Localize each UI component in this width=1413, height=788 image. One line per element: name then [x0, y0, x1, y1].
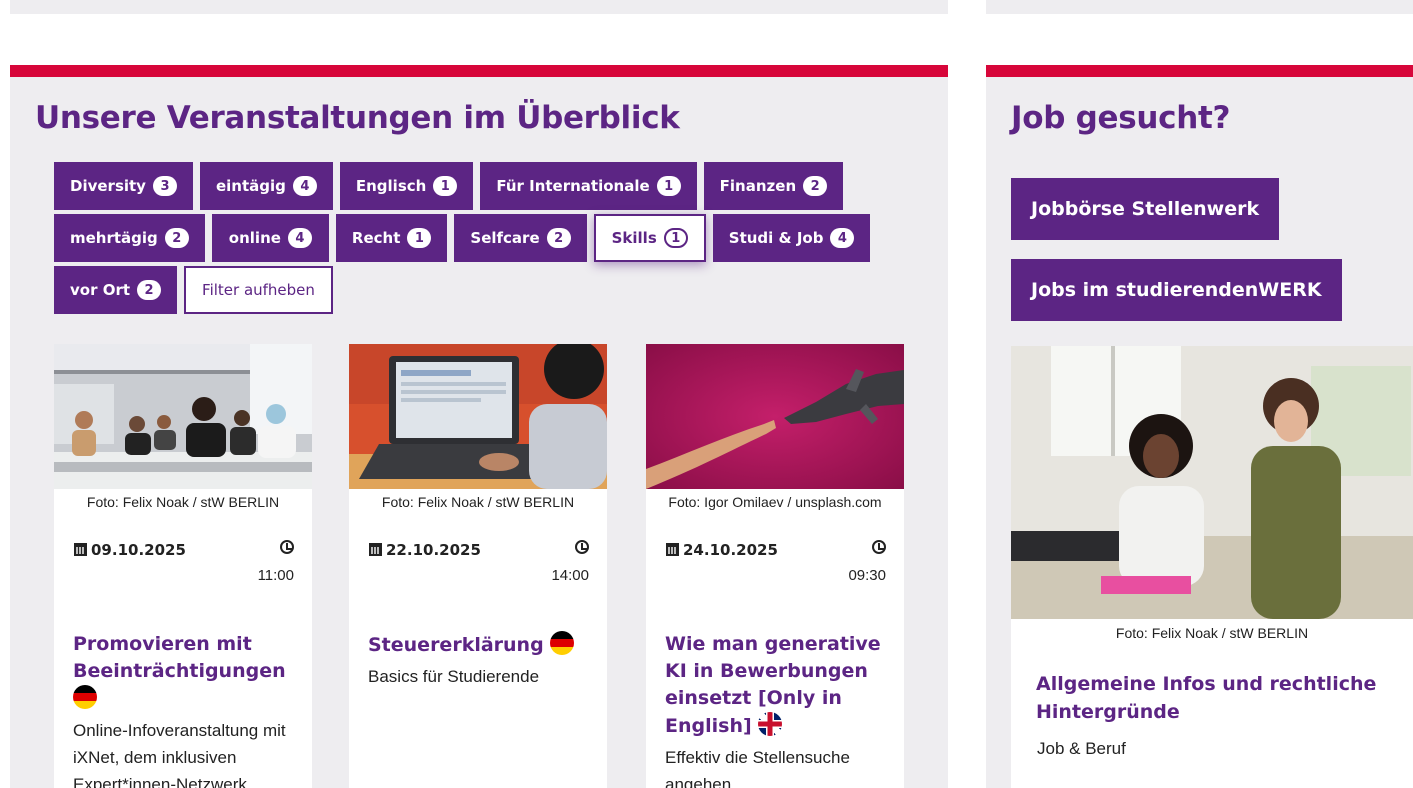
count-badge: 1 [656, 176, 681, 196]
event-card[interactable]: Foto: Felix Noak / stW BERLIN 22.10.2025… [349, 344, 607, 788]
clock-icon [280, 540, 294, 554]
filter-online[interactable]: online 4 [211, 214, 329, 262]
event-date: 09.10.2025 [74, 541, 186, 559]
event-date: 24.10.2025 [666, 541, 778, 559]
jobs-studierendenwerk-button[interactable]: Jobs im studierendenWERK [1011, 259, 1342, 321]
count-badge: 4 [292, 176, 317, 196]
count-badge: 2 [803, 176, 828, 196]
event-time: 11:00 [257, 567, 294, 584]
event-title-link[interactable]: Steuererklärung Basics für Studierende [368, 631, 593, 690]
jobboerse-stellenwerk-button[interactable]: Jobbörse Stellenwerk [1011, 178, 1280, 240]
filter-eintaegig[interactable]: eintägig 4 [199, 162, 333, 210]
event-title-link[interactable]: Promovieren mit Beeinträchtigungen Onlin… [73, 631, 298, 788]
count-badge: 4 [287, 228, 312, 248]
calendar-icon [666, 543, 679, 556]
filter-row: Diversity 3 eintägig 4 Englisch 1 Für Inter… [54, 162, 914, 210]
jobs-info-subtitle: Job & Beruf [1037, 739, 1126, 758]
jobs-info-title-link[interactable]: Allgemeine Infos und rechtliche Hintergr… [1036, 670, 1396, 726]
count-badge: 2 [137, 280, 162, 300]
german-flag-icon [550, 631, 575, 655]
count-badge: 3 [152, 176, 177, 196]
uk-flag-icon [758, 712, 783, 736]
filter-bar: Diversity 3 eintägig 4 Englisch 1 Für Inter… [54, 162, 914, 318]
reset-filter-button[interactable]: Filter aufheben [184, 266, 333, 314]
office-photo [1011, 346, 1413, 619]
filter-fuer-internationale[interactable]: Für Internationale 1 [480, 162, 697, 210]
filter-diversity[interactable]: Diversity 3 [54, 162, 193, 210]
event-image-robot-hand [646, 344, 904, 489]
count-badge: 4 [830, 228, 855, 248]
calendar-icon [74, 543, 87, 556]
events-title: Unsere Veranstaltungen im Überblick [35, 100, 680, 136]
filter-studi-job[interactable]: Studi & Job 4 [712, 214, 871, 262]
jobs-panel: Job gesucht? Jobbörse Stellenwerk Jobs i… [986, 65, 1413, 788]
filter-skills[interactable]: Skills 1 [593, 214, 706, 262]
filter-selfcare[interactable]: Selfcare 2 [454, 214, 587, 262]
event-description: Online-Infoveranstaltung mit iXNet, dem … [73, 721, 286, 788]
event-title-link[interactable]: Wie man generative KI in Bewerbungen ein… [665, 631, 890, 788]
filter-vor-ort[interactable]: vor Ort 2 [54, 266, 178, 314]
german-flag-icon [73, 685, 97, 709]
clock-icon [872, 540, 886, 554]
clock-icon [575, 540, 589, 554]
event-description: Effektiv die Stellensuche angehen [665, 748, 850, 788]
filter-row: vor Ort 2 Filter aufheben [54, 266, 914, 314]
filter-finanzen[interactable]: Finanzen 2 [703, 162, 844, 210]
count-badge: 1 [407, 228, 432, 248]
photo-credit: Foto: Felix Noak / stW BERLIN [1115, 625, 1309, 641]
photo-credit: Foto: Igor Omilaev / unsplash.com [668, 494, 882, 510]
events-panel: Unsere Veranstaltungen im Überblick Dive… [10, 65, 948, 788]
count-badge: 2 [546, 228, 571, 248]
photo-credit: Foto: Felix Noak / stW BERLIN [381, 494, 575, 510]
count-badge: 2 [164, 228, 189, 248]
event-description: Basics für Studierende [368, 667, 540, 686]
calendar-icon [369, 543, 382, 556]
filter-mehrtaegig[interactable]: mehrtägig 2 [54, 214, 205, 262]
jobs-title: Job gesucht? [1011, 100, 1231, 136]
event-time: 14:00 [551, 567, 589, 584]
event-image-seminar [54, 344, 312, 489]
filter-row: mehrtägig 2 online 4 Recht 1 Selfcare 2 Skil… [54, 214, 914, 262]
filter-recht[interactable]: Recht 1 [335, 214, 448, 262]
event-image-laptop [349, 344, 607, 489]
photo-credit: Foto: Felix Noak / stW BERLIN [86, 494, 280, 510]
count-badge: 1 [663, 228, 688, 248]
event-card[interactable]: Foto: Felix Noak / stW BERLIN 09.10.2025… [54, 344, 312, 788]
event-card[interactable]: Foto: Igor Omilaev / unsplash.com 24.10.… [646, 344, 904, 788]
filter-englisch[interactable]: Englisch 1 [339, 162, 474, 210]
count-badge: 1 [433, 176, 458, 196]
event-time: 09:30 [848, 567, 886, 584]
top-strip-right [986, 0, 1413, 14]
top-strip-left [10, 0, 948, 14]
event-date: 22.10.2025 [369, 541, 481, 559]
